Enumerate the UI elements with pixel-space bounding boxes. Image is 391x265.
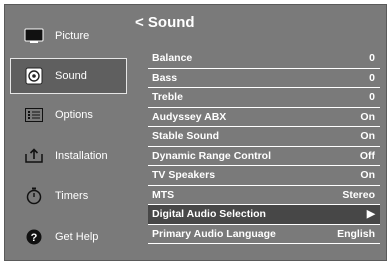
sidebar-item-options[interactable]: Options	[11, 97, 127, 133]
timer-icon	[23, 187, 45, 205]
setting-label: Digital Audio Selection	[152, 208, 266, 221]
sidebar-item-label: Installation	[55, 150, 108, 162]
setting-label: Stable Sound	[152, 130, 220, 143]
sidebar-item-get-help[interactable]: ? Get Help	[11, 219, 127, 255]
setting-row-bass[interactable]: Bass 0	[148, 69, 380, 88]
setting-value: On	[360, 130, 375, 143]
svg-text:?: ?	[31, 232, 38, 244]
setting-row-mts[interactable]: MTS Stereo	[148, 186, 380, 205]
sidebar-item-label: Sound	[55, 70, 87, 82]
setting-row-tv-speakers[interactable]: TV Speakers On	[148, 166, 380, 186]
sidebar-item-label: Options	[55, 109, 93, 121]
setting-label: Treble	[152, 91, 183, 104]
setting-label: Audyssey ABX	[152, 110, 227, 123]
setting-value: 0	[369, 71, 375, 84]
sidebar: Picture Sound Options Installation Timer…	[5, 5, 129, 260]
setting-row-audyssey-abx[interactable]: Audyssey ABX On	[148, 108, 380, 127]
setting-row-primary-audio-language[interactable]: Primary Audio Language English	[148, 225, 380, 244]
options-list-icon	[23, 106, 45, 124]
sidebar-item-label: Picture	[55, 30, 90, 42]
setting-value: Off	[359, 149, 375, 162]
setting-value: 0	[369, 52, 375, 65]
sidebar-item-picture[interactable]: Picture	[11, 18, 127, 54]
sound-settings-list: Balance 0 Bass 0 Treble 0 Audyssey ABX O…	[148, 49, 380, 244]
setting-value: On	[360, 169, 375, 182]
setting-label: Primary Audio Language	[152, 227, 276, 240]
sidebar-item-label: Timers	[55, 190, 89, 202]
setting-label: MTS	[152, 188, 175, 201]
sidebar-item-timers[interactable]: Timers	[11, 178, 127, 214]
sidebar-item-sound[interactable]: Sound	[10, 58, 127, 94]
setting-label: Balance	[152, 52, 193, 65]
setting-row-treble[interactable]: Treble 0	[148, 88, 380, 108]
settings-panel: Picture Sound Options Installation Timer…	[4, 4, 387, 261]
setting-value: English	[337, 227, 375, 240]
chevron-right-icon: ▶	[366, 208, 375, 221]
setting-label: Bass	[152, 71, 178, 84]
installation-icon	[23, 147, 45, 165]
sidebar-item-label: Get Help	[55, 231, 99, 243]
setting-value: 0	[369, 91, 375, 104]
page-title: < Sound	[135, 14, 195, 31]
speaker-icon	[23, 67, 45, 85]
setting-label: TV Speakers	[152, 169, 216, 182]
setting-row-balance[interactable]: Balance 0	[148, 49, 380, 69]
setting-row-digital-audio-selection[interactable]: Digital Audio Selection ▶	[148, 205, 380, 225]
setting-row-dynamic-range-control[interactable]: Dynamic Range Control Off	[148, 147, 380, 166]
setting-row-stable-sound[interactable]: Stable Sound On	[148, 127, 380, 147]
setting-label: Dynamic Range Control	[152, 149, 272, 162]
tv-settings-screen: Picture Sound Options Installation Timer…	[0, 0, 391, 265]
help-icon: ?	[23, 228, 45, 246]
setting-value: On	[360, 110, 375, 123]
setting-value: Stereo	[342, 188, 375, 201]
sidebar-item-installation[interactable]: Installation	[11, 138, 127, 174]
tv-icon	[23, 27, 45, 45]
